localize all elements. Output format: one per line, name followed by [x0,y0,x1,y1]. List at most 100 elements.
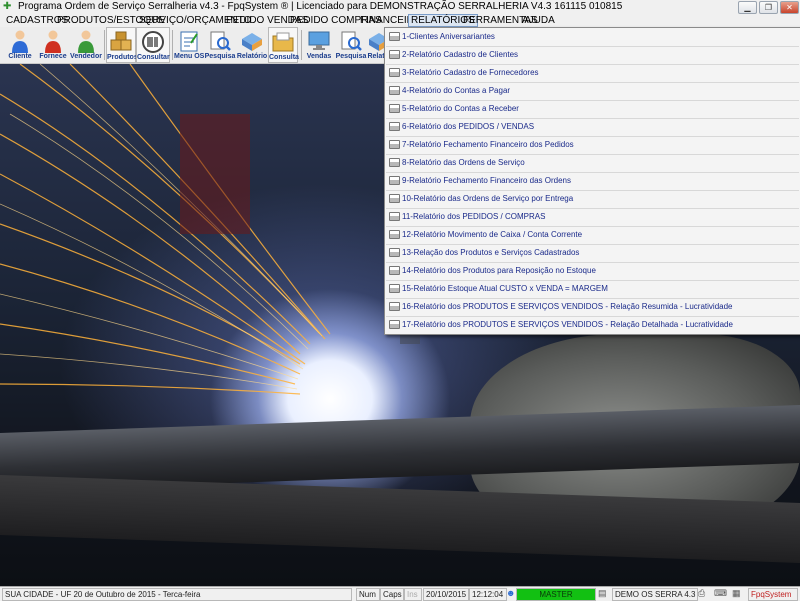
title-bar: ✚ Programa Ordem de Serviço Serralheria … [0,0,800,15]
report-item-label: 10-Relatório das Ordens de Serviço por E… [402,194,574,203]
pesquisa-vendas-button[interactable]: Pesquisa [335,27,367,63]
printer-icon [389,104,400,113]
consultar-button[interactable]: Consultar [136,27,170,63]
report-item-17[interactable]: 17-Relatório dos PRODUTOS E SERVIÇOS VEN… [386,316,799,334]
person-red-icon [45,30,61,53]
report-icon [369,33,385,51]
cliente-button[interactable]: Cliente [6,27,34,63]
menu-bar: CADASTROS PRODUTOS/ESTOQUE SERVIÇO/ORÇAM… [0,14,800,27]
report-item-15[interactable]: 15-Relatório Estoque Atual CUSTO x VENDA… [386,280,799,299]
report-item-13[interactable]: 13-Relação dos Produtos e Serviços Cadas… [386,244,799,263]
printer-icon[interactable]: ⎙ [698,588,708,599]
report-item-11[interactable]: 11-Relatório dos PEDIDOS / COMPRAS [386,208,799,227]
report-item-5[interactable]: 5-Relatório do Contas a Receber [386,100,799,119]
produtos-button[interactable]: Produtos [106,27,138,63]
relatorio-os-button[interactable]: Relatório [236,27,268,63]
printer-icon [389,176,400,185]
magnifier-doc-icon [341,31,362,51]
printer-icon [389,302,400,311]
status-product: DEMO OS SERRA 4.3 [612,588,698,601]
person-green-icon [78,30,94,53]
minimize-icon[interactable]: ▁ [738,1,757,14]
printer-icon [389,86,400,95]
report-item-label: 17-Relatório dos PRODUTOS E SERVIÇOS VEN… [402,320,733,329]
person-icon [12,30,28,53]
printer-icon [389,50,400,59]
report-item-3[interactable]: 3-Relatório Cadastro de Fornecedores [386,64,799,83]
relatorio-vendas-button[interactable]: Relat [367,27,385,63]
window-title: Programa Ordem de Serviço Serralheria v4… [18,1,623,12]
status-location-date: SUA CIDADE - UF 20 de Outubro de 2015 - … [2,588,352,601]
consulta-label: Consulta [269,54,299,61]
report-item-label: 11-Relatório dos PEDIDOS / COMPRAS [402,212,546,221]
consultar-label: Consultar [137,54,170,61]
produtos-label: Produtos [107,54,138,61]
report-item-label: 16-Relatório dos PRODUTOS E SERVIÇOS VEN… [402,302,733,311]
report-item-4[interactable]: 4-Relatório do Contas a Pagar [386,82,799,101]
report-item-9[interactable]: 9-Relatório Fechamento Financeiro das Or… [386,172,799,191]
report-item-label: 2-Relatório Cadastro de Clientes [402,50,519,59]
toolbar-separator [104,30,105,60]
printer-icon [389,230,400,239]
db-icon: ▤ [598,588,607,598]
app-icon: ✚ [3,1,12,12]
pesquisa-os-label: Pesquisa [204,53,236,60]
printer-icon [389,284,400,293]
vendas-button[interactable]: Vendas [303,27,335,63]
status-time: 12:12:04 [469,588,507,601]
report-item-label: 3-Relatório Cadastro de Fornecedores [402,68,539,77]
printer-icon [389,320,400,329]
printer-icon [389,68,400,77]
vendedor-label: Vendedor [70,53,102,60]
report-item-7[interactable]: 7-Relatório Fechamento Financeiro dos Pe… [386,136,799,155]
pesquisa-os-button[interactable]: Pesquisa [204,27,236,63]
magnifier-doc-icon [210,31,231,51]
restore-icon[interactable]: ❐ [759,1,778,14]
report-item-2[interactable]: 2-Relatório Cadastro de Clientes [386,46,799,65]
report-item-16[interactable]: 16-Relatório dos PRODUTOS E SERVIÇOS VEN… [386,298,799,317]
barcode-icon [142,31,164,53]
close-icon[interactable]: ✕ [780,1,799,14]
printer-icon [389,158,400,167]
vendas-label: Vendas [306,53,332,60]
reports-dropdown-menu: 1-Clientes Aniversariantes 2-Relatório C… [384,27,800,335]
calculator-icon[interactable]: ▦ [732,588,742,599]
keyboard-icon[interactable]: ⌨ [714,588,727,599]
menu-ajuda[interactable]: AJUDA [520,14,557,27]
consulta-button[interactable]: Consulta [268,27,299,63]
cliente-label: Cliente [8,53,32,60]
report-item-label: 8-Relatório das Ordens de Serviço [402,158,525,167]
pesquisa-vendas-label: Pesquisa [335,53,367,60]
report-item-label: 12-Relatório Movimento de Caixa / Conta … [402,230,583,239]
status-user-level: MASTER [516,588,596,601]
report-item-label: 15-Relatório Estoque Atual CUSTO x VENDA… [402,284,608,293]
toolbar-separator [301,30,302,60]
vendedor-button[interactable]: Vendedor [70,27,102,63]
report-item-12[interactable]: 12-Relatório Movimento de Caixa / Conta … [386,226,799,245]
report-item-14[interactable]: 14-Relatório dos Produtos para Reposição… [386,262,799,281]
status-ins: Ins [404,588,422,601]
printer-icon [389,32,400,41]
menu-os-button[interactable]: Menu OS [174,27,204,63]
user-icon: ☻ [506,588,516,598]
report-item-label: 9-Relatório Fechamento Financeiro das Or… [402,176,571,185]
printer-icon [389,212,400,221]
report-item-10[interactable]: 10-Relatório das Ordens de Serviço por E… [386,190,799,209]
report-item-label: 6-Relatório dos PEDIDOS / VENDAS [402,122,535,131]
report-item-label: 13-Relação dos Produtos e Serviços Cadas… [402,248,580,257]
report-item-6[interactable]: 6-Relatório dos PEDIDOS / VENDAS [386,118,799,137]
relatorio-vendas-label: Relat [367,53,385,60]
report-item-1[interactable]: 1-Clientes Aniversariantes [386,28,799,47]
report-icon [242,33,262,51]
monitor-icon [308,31,330,50]
printer-icon [389,140,400,149]
status-num: Num [356,588,380,601]
printer-icon [389,248,400,257]
status-bar: SUA CIDADE - UF 20 de Outubro de 2015 - … [0,586,800,601]
clipboard-icon [180,31,198,52]
report-item-8[interactable]: 8-Relatório das Ordens de Serviço [386,154,799,173]
relatorio-os-label: Relatório [236,53,268,60]
fornece-button[interactable]: Fornece [38,27,68,63]
report-item-label: 4-Relatório do Contas a Pagar [402,86,511,95]
toolbar-separator [172,30,173,60]
